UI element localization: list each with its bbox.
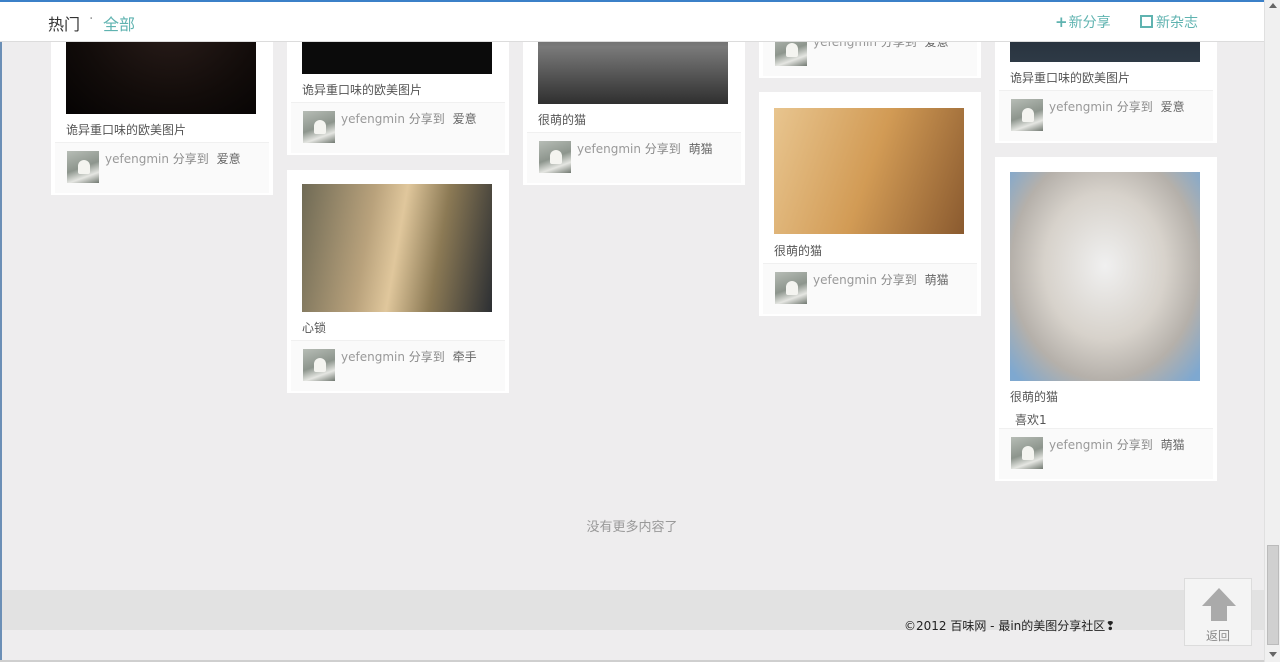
nav-separator: · [89,11,94,27]
avatar[interactable] [303,111,335,143]
avatar[interactable] [1011,437,1043,469]
vertical-scrollbar[interactable] [1264,0,1280,662]
pin-title[interactable]: 很萌的猫 [538,111,586,128]
pin-title[interactable]: 诡异重口味的欧美图片 [1010,69,1130,86]
pin-footer: yefengmin 分享到 爱意 [999,90,1213,141]
user-link[interactable]: yefengmin [341,350,405,364]
arrow-stem [1211,606,1227,621]
share-action: 分享到 [1116,438,1153,452]
avatar[interactable] [539,141,571,173]
plus-icon: + [1055,13,1068,31]
window-left-edge [0,0,2,662]
share-action: 分享到 [1116,100,1153,114]
pin-card[interactable]: 很萌的猫 喜欢1 yefengmin 分享到 萌猫 [995,157,1217,481]
nav-all-link[interactable]: 全部 [103,11,135,35]
share-info: yefengmin 分享到 爱意 [341,110,477,127]
user-link[interactable]: yefengmin [1049,438,1113,452]
new-share-button[interactable]: +新分享 [1055,12,1111,32]
top-nav-bar: 热门 · 全部 +新分享 新杂志 [0,0,1264,42]
pin-footer: yefengmin 分享到 萌猫 [999,428,1213,479]
user-link[interactable]: yefengmin [105,152,169,166]
like-count[interactable]: 喜欢1 [1015,411,1047,428]
pin-title[interactable]: 很萌的猫 [774,242,822,259]
pin-card[interactable]: 很萌的猫 yefengmin 分享到 萌猫 [759,92,981,316]
pin-title[interactable]: 心锁 [302,319,326,336]
pin-image[interactable] [1010,172,1200,381]
avatar[interactable] [775,272,807,304]
share-action: 分享到 [880,273,917,287]
scroll-up-arrow-icon[interactable] [1269,3,1277,8]
user-link[interactable]: yefengmin [1049,100,1113,114]
board-link[interactable]: 爱意 [453,112,477,126]
new-magazine-button[interactable]: 新杂志 [1140,12,1198,32]
pin-card[interactable]: 心锁 yefengmin 分享到 牵手 [287,170,509,393]
pin-image[interactable] [302,184,492,312]
avatar[interactable] [67,151,99,183]
scroll-down-arrow-icon[interactable] [1269,652,1277,657]
share-action: 分享到 [408,112,445,126]
user-link[interactable]: yefengmin [813,273,877,287]
share-info: yefengmin 分享到 萌猫 [1049,436,1185,453]
pin-title[interactable]: 很萌的猫 [1010,388,1058,405]
pin-footer: yefengmin 分享到 牵手 [291,340,505,391]
share-action: 分享到 [644,142,681,156]
board-link[interactable]: 牵手 [453,350,477,364]
square-icon [1140,15,1153,28]
back-to-top-label: 返回 [1205,629,1230,643]
share-action: 分享到 [408,350,445,364]
board-link[interactable]: 爱意 [1161,100,1185,114]
share-info: yefengmin 分享到 萌猫 [813,271,949,288]
pin-footer: yefengmin 分享到 爱意 [55,142,269,193]
board-link[interactable]: 爱意 [217,152,241,166]
pin-image[interactable] [774,108,964,234]
back-to-top-button[interactable]: 返回 [1184,578,1252,646]
arrow-up-icon [1202,588,1236,606]
avatar[interactable] [1011,99,1043,131]
nav-hot-link[interactable]: 热门 [48,11,80,35]
share-action: 分享到 [172,152,209,166]
scroll-thumb[interactable] [1267,545,1279,645]
no-more-content: 没有更多内容了 [586,520,678,535]
new-share-label: 新分享 [1068,15,1111,31]
user-link[interactable]: yefengmin [577,142,641,156]
share-info: yefengmin 分享到 爱意 [1049,98,1185,115]
share-info: yefengmin 分享到 爱意 [105,150,241,167]
avatar[interactable] [303,349,335,381]
board-link[interactable]: 萌猫 [1161,438,1185,452]
pin-title[interactable]: 诡异重口味的欧美图片 [66,121,186,138]
pin-footer: yefengmin 分享到 萌猫 [763,263,977,314]
pin-footer: yefengmin 分享到 萌猫 [527,132,741,183]
share-info: yefengmin 分享到 萌猫 [577,140,713,157]
pin-title[interactable]: 诡异重口味的欧美图片 [302,81,422,98]
new-magazine-label: 新杂志 [1156,15,1198,31]
board-link[interactable]: 萌猫 [689,142,713,156]
user-link[interactable]: yefengmin [341,112,405,126]
share-info: yefengmin 分享到 牵手 [341,348,477,365]
pin-footer: yefengmin 分享到 爱意 [291,102,505,153]
copyright-text: ©2012 百味网 - 最in的美图分享社区❢ [904,619,1116,633]
board-link[interactable]: 萌猫 [925,273,949,287]
